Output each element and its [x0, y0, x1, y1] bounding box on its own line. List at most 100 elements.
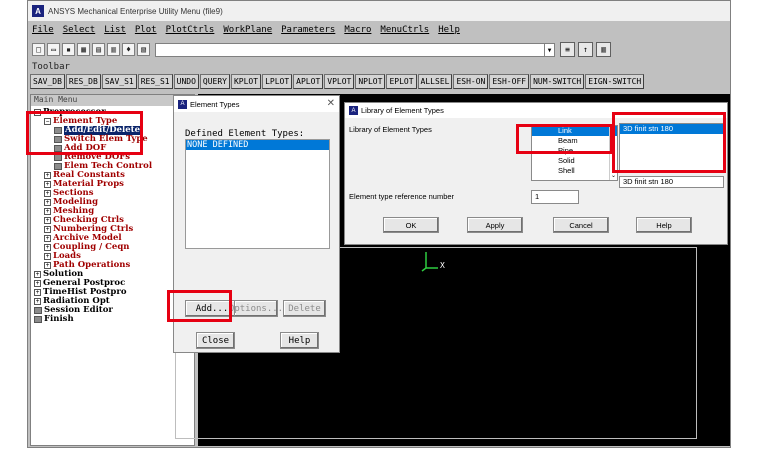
chevron-down-icon[interactable]: ⌄ [611, 172, 616, 179]
tree-item-finish[interactable]: Finish [34, 315, 194, 324]
expand-icon[interactable]: + [34, 280, 41, 287]
toolbar-label: Toolbar [32, 62, 70, 72]
menu-select[interactable]: Select [63, 25, 96, 39]
expand-icon[interactable]: + [44, 253, 51, 260]
expand-icon[interactable]: + [34, 298, 41, 305]
toggle-toolbar-icon[interactable]: ≡ [560, 42, 575, 57]
toolbar-button-esh-on[interactable]: ESH-ON [453, 74, 489, 89]
reset-picking-icon[interactable]: ▥ [596, 42, 611, 57]
close-icon[interactable]: ✕ [327, 98, 335, 109]
expand-icon[interactable]: + [44, 235, 51, 242]
ansys-logo-icon: A [32, 5, 44, 17]
expand-icon[interactable]: + [34, 289, 41, 296]
toolbar-button-esh-off[interactable]: ESH-OFF [489, 74, 530, 89]
open-folder-icon[interactable]: ▭ [47, 43, 60, 56]
print-icon[interactable]: ▤ [92, 43, 105, 56]
toolbar-button-query[interactable]: QUERY [199, 74, 230, 89]
help-bulb-icon[interactable]: ♦ [122, 43, 135, 56]
command-input[interactable]: ▼ [155, 43, 555, 57]
new-file-icon[interactable]: □ [32, 43, 45, 56]
menu-menuctrls[interactable]: MenuCtrls [380, 25, 429, 39]
menu-list[interactable]: List [104, 25, 126, 39]
expand-icon[interactable]: + [44, 244, 51, 251]
toolbar-button-aplot[interactable]: APLOT [293, 74, 324, 89]
toolbar-button-nplot[interactable]: NPLOT [355, 74, 386, 89]
toolbar-button-num-switch[interactable]: NUM-SWITCH [530, 74, 585, 89]
options-button[interactable]: Options... [229, 300, 283, 317]
menu-parameters[interactable]: Parameters [281, 25, 335, 39]
standard-toolbar: □ ▭ ▪ ▦ ▤ ▥ ♦ ▧ ▼ ≡ ↑ ▥ [28, 41, 730, 59]
expand-icon[interactable]: + [44, 226, 51, 233]
expand-icon[interactable]: + [44, 217, 51, 224]
toolbar-button-undo[interactable]: UNDO [173, 74, 199, 89]
toolbar-button-sav-db[interactable]: SAV_DB [30, 74, 65, 89]
defined-element-types-list[interactable]: NONE DEFINED [185, 139, 330, 249]
expand-icon[interactable]: + [44, 190, 51, 197]
close-button[interactable]: Close [196, 332, 235, 349]
function-icon [54, 136, 62, 143]
list-item[interactable]: Solid [532, 156, 617, 166]
expand-icon[interactable]: + [44, 199, 51, 206]
expand-icon[interactable]: + [44, 172, 51, 179]
cancel-button[interactable]: Cancel [553, 217, 609, 233]
toolbar-button-allsel[interactable]: ALLSEL [417, 74, 453, 89]
triad-x-label: X [440, 261, 445, 270]
ok-button[interactable]: OK [383, 217, 439, 233]
element-category-list[interactable]: Link Beam Pipe Solid Shell ⌄ [531, 125, 618, 181]
toolbar-button-res-db[interactable]: RES_DB [65, 74, 101, 89]
raise-hidden-icon[interactable]: ↑ [578, 42, 593, 57]
collapse-icon[interactable]: − [44, 118, 51, 125]
function-icon [34, 307, 42, 314]
list-item[interactable]: NONE DEFINED [186, 140, 329, 150]
toolbar-button-vplot[interactable]: VPLOT [324, 74, 355, 89]
toolbar-button-lplot[interactable]: LPLOT [262, 74, 293, 89]
delete-button[interactable]: Delete [283, 300, 326, 317]
list-item[interactable]: 3D finit stn 180 [620, 124, 723, 134]
collapse-icon[interactable]: − [34, 109, 41, 116]
menu-workplane[interactable]: WorkPlane [223, 25, 272, 39]
menu-plotctrls[interactable]: PlotCtrls [166, 25, 215, 39]
expand-icon[interactable]: + [44, 181, 51, 188]
list-item[interactable]: Shell [532, 166, 617, 176]
list-item[interactable]: Pipe [532, 146, 617, 156]
expand-icon[interactable]: + [34, 271, 41, 278]
triad-z-axis [421, 267, 427, 272]
list-item[interactable]: Beam [532, 136, 617, 146]
ansys-logo-icon: A [178, 99, 187, 109]
toolbar-button-kplot[interactable]: KPLOT [230, 74, 262, 89]
main-menu-title: Main Menu [31, 95, 194, 106]
report-icon[interactable]: ▥ [107, 43, 120, 56]
main-menu-panel: Main Menu − Preprocessor − Element Type Ad… [30, 94, 195, 446]
list-item[interactable]: Link [532, 126, 617, 136]
scrollbar[interactable]: ⌄ [609, 126, 617, 180]
element-list[interactable]: 3D finit stn 180 [619, 123, 724, 173]
menu-macro[interactable]: Macro [344, 25, 371, 39]
ansys-logo-icon: A [349, 106, 358, 115]
menu-file[interactable]: File [32, 25, 54, 39]
defined-element-types-label: Defined Element Types: [185, 129, 305, 139]
title-bar: A ANSYS Mechanical Enterprise Utility Me… [28, 1, 730, 21]
function-icon [54, 127, 62, 134]
contact-manager-icon[interactable]: ▧ [137, 43, 150, 56]
function-icon [54, 163, 62, 170]
toolbar-button-res-s1[interactable]: RES_S1 [137, 74, 173, 89]
help-button[interactable]: Help [636, 217, 692, 233]
toolbar-button-eplot[interactable]: EPLOT [386, 74, 417, 89]
menu-help[interactable]: Help [438, 25, 460, 39]
ref-number-input[interactable]: 1 [531, 190, 579, 204]
menu-plot[interactable]: Plot [135, 25, 157, 39]
pan-zoom-icon[interactable]: ▦ [77, 43, 90, 56]
main-menu-tree: − Preprocessor − Element Type Add/Edit/Del… [31, 106, 194, 324]
expand-icon[interactable]: + [44, 262, 51, 269]
toolbar-button-sav-s1[interactable]: SAV_S1 [101, 74, 137, 89]
expand-icon[interactable]: + [44, 208, 51, 215]
ref-number-label: Element type reference number [349, 192, 455, 201]
chevron-down-icon[interactable]: ▼ [544, 44, 554, 56]
abbreviation-toolbar: SAV_DB RES_DB SAV_S1 RES_S1 UNDO QUERY K… [30, 74, 645, 89]
tree-item-switch-elem-type[interactable]: Switch Elem Type [34, 135, 194, 144]
toolbar-button-eign-switch[interactable]: EIGN-SWITCH [585, 74, 645, 89]
apply-button[interactable]: Apply [467, 217, 523, 233]
help-button[interactable]: Help [280, 332, 319, 349]
save-icon[interactable]: ▪ [62, 43, 75, 56]
axis-triad: X [421, 252, 445, 272]
